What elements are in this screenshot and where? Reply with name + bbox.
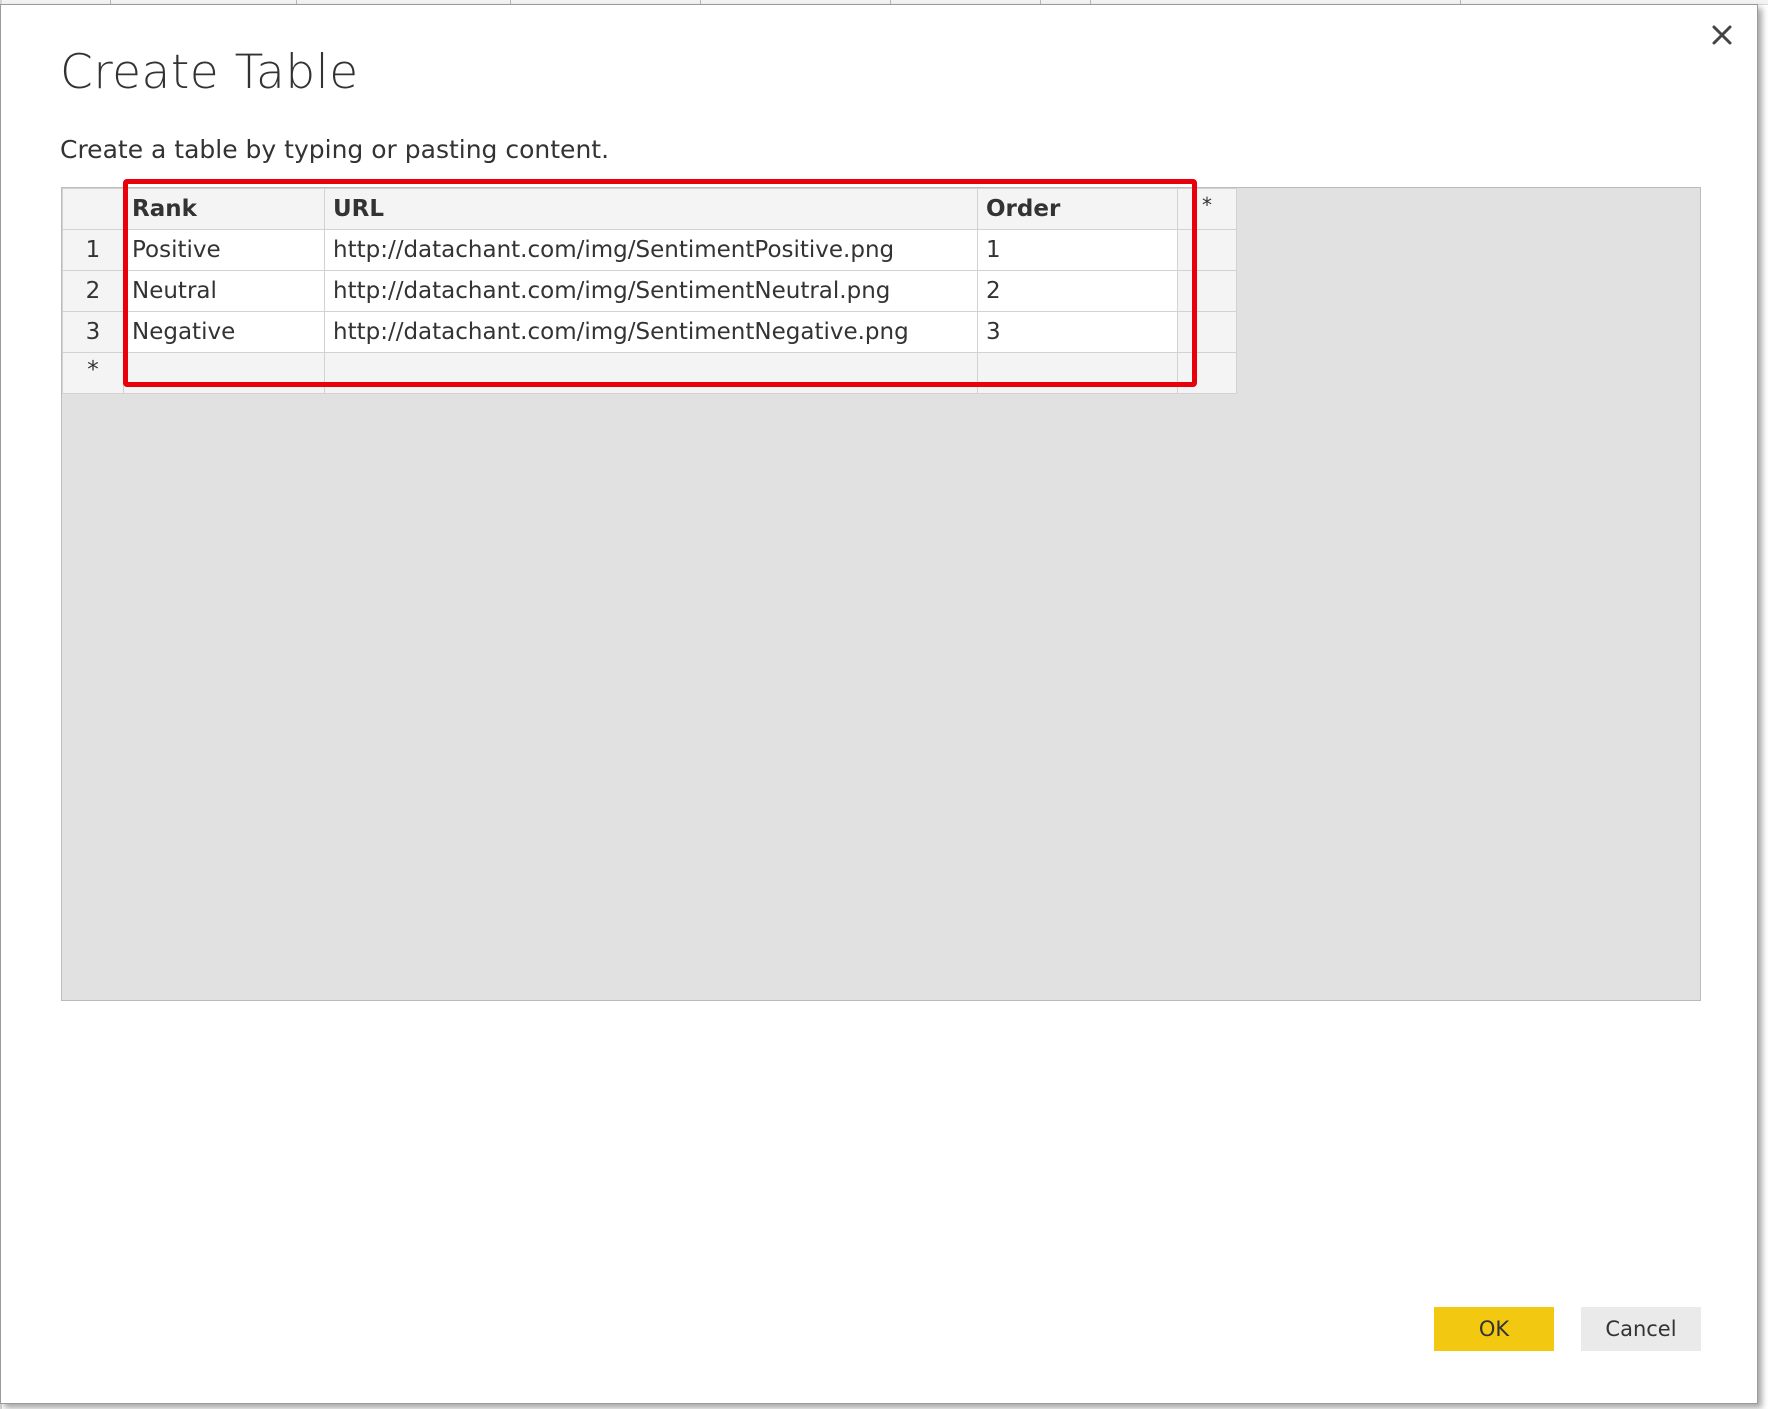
cancel-button[interactable]: Cancel xyxy=(1581,1307,1701,1351)
new-row-cell[interactable] xyxy=(1177,352,1237,394)
data-grid: Rank URL Order * 1 Positive http://datac… xyxy=(62,188,1237,394)
table-editor-area[interactable]: Rank URL Order * 1 Positive http://datac… xyxy=(61,187,1701,1001)
row-number: 3 xyxy=(62,311,124,353)
new-row[interactable]: * xyxy=(62,352,1237,394)
cell-url[interactable]: http://datachant.com/img/SentimentNeutra… xyxy=(324,270,978,312)
corner-cell xyxy=(62,188,124,230)
row-number: 1 xyxy=(62,229,124,271)
dialog-title: Create Table xyxy=(60,45,359,100)
cell-order[interactable]: 2 xyxy=(977,270,1178,312)
new-row-cell[interactable] xyxy=(324,352,978,394)
cell-rank[interactable]: Neutral xyxy=(123,270,325,312)
add-column-cell[interactable] xyxy=(1177,229,1237,271)
cell-order[interactable]: 3 xyxy=(977,311,1178,353)
new-row-cell[interactable] xyxy=(977,352,1178,394)
close-icon xyxy=(1712,25,1732,44)
add-column-cell[interactable]: * xyxy=(1177,188,1237,230)
new-row-marker: * xyxy=(62,352,124,394)
cell-rank[interactable]: Negative xyxy=(123,311,325,353)
cell-rank[interactable]: Positive xyxy=(123,229,325,271)
ok-button[interactable]: OK xyxy=(1434,1307,1554,1351)
dialog-subtitle: Create a table by typing or pasting cont… xyxy=(60,135,610,164)
cell-url[interactable]: http://datachant.com/img/SentimentPositi… xyxy=(324,229,978,271)
cell-url[interactable]: http://datachant.com/img/SentimentNegati… xyxy=(324,311,978,353)
create-table-dialog: Create Table Create a table by typing or… xyxy=(0,4,1758,1404)
header-row: Rank URL Order * xyxy=(62,188,1237,230)
table-row: 1 Positive http://datachant.com/img/Sent… xyxy=(62,229,1237,271)
cell-order[interactable]: 1 xyxy=(977,229,1178,271)
add-column-cell[interactable] xyxy=(1177,311,1237,353)
close-button[interactable] xyxy=(1705,19,1739,53)
column-header-order[interactable]: Order xyxy=(977,188,1178,230)
column-header-rank[interactable]: Rank xyxy=(123,188,325,230)
table-row: 2 Neutral http://datachant.com/img/Senti… xyxy=(62,270,1237,312)
column-header-url[interactable]: URL xyxy=(324,188,978,230)
new-row-cell[interactable] xyxy=(123,352,325,394)
row-number: 2 xyxy=(62,270,124,312)
table-row: 3 Negative http://datachant.com/img/Sent… xyxy=(62,311,1237,353)
add-column-cell[interactable] xyxy=(1177,270,1237,312)
